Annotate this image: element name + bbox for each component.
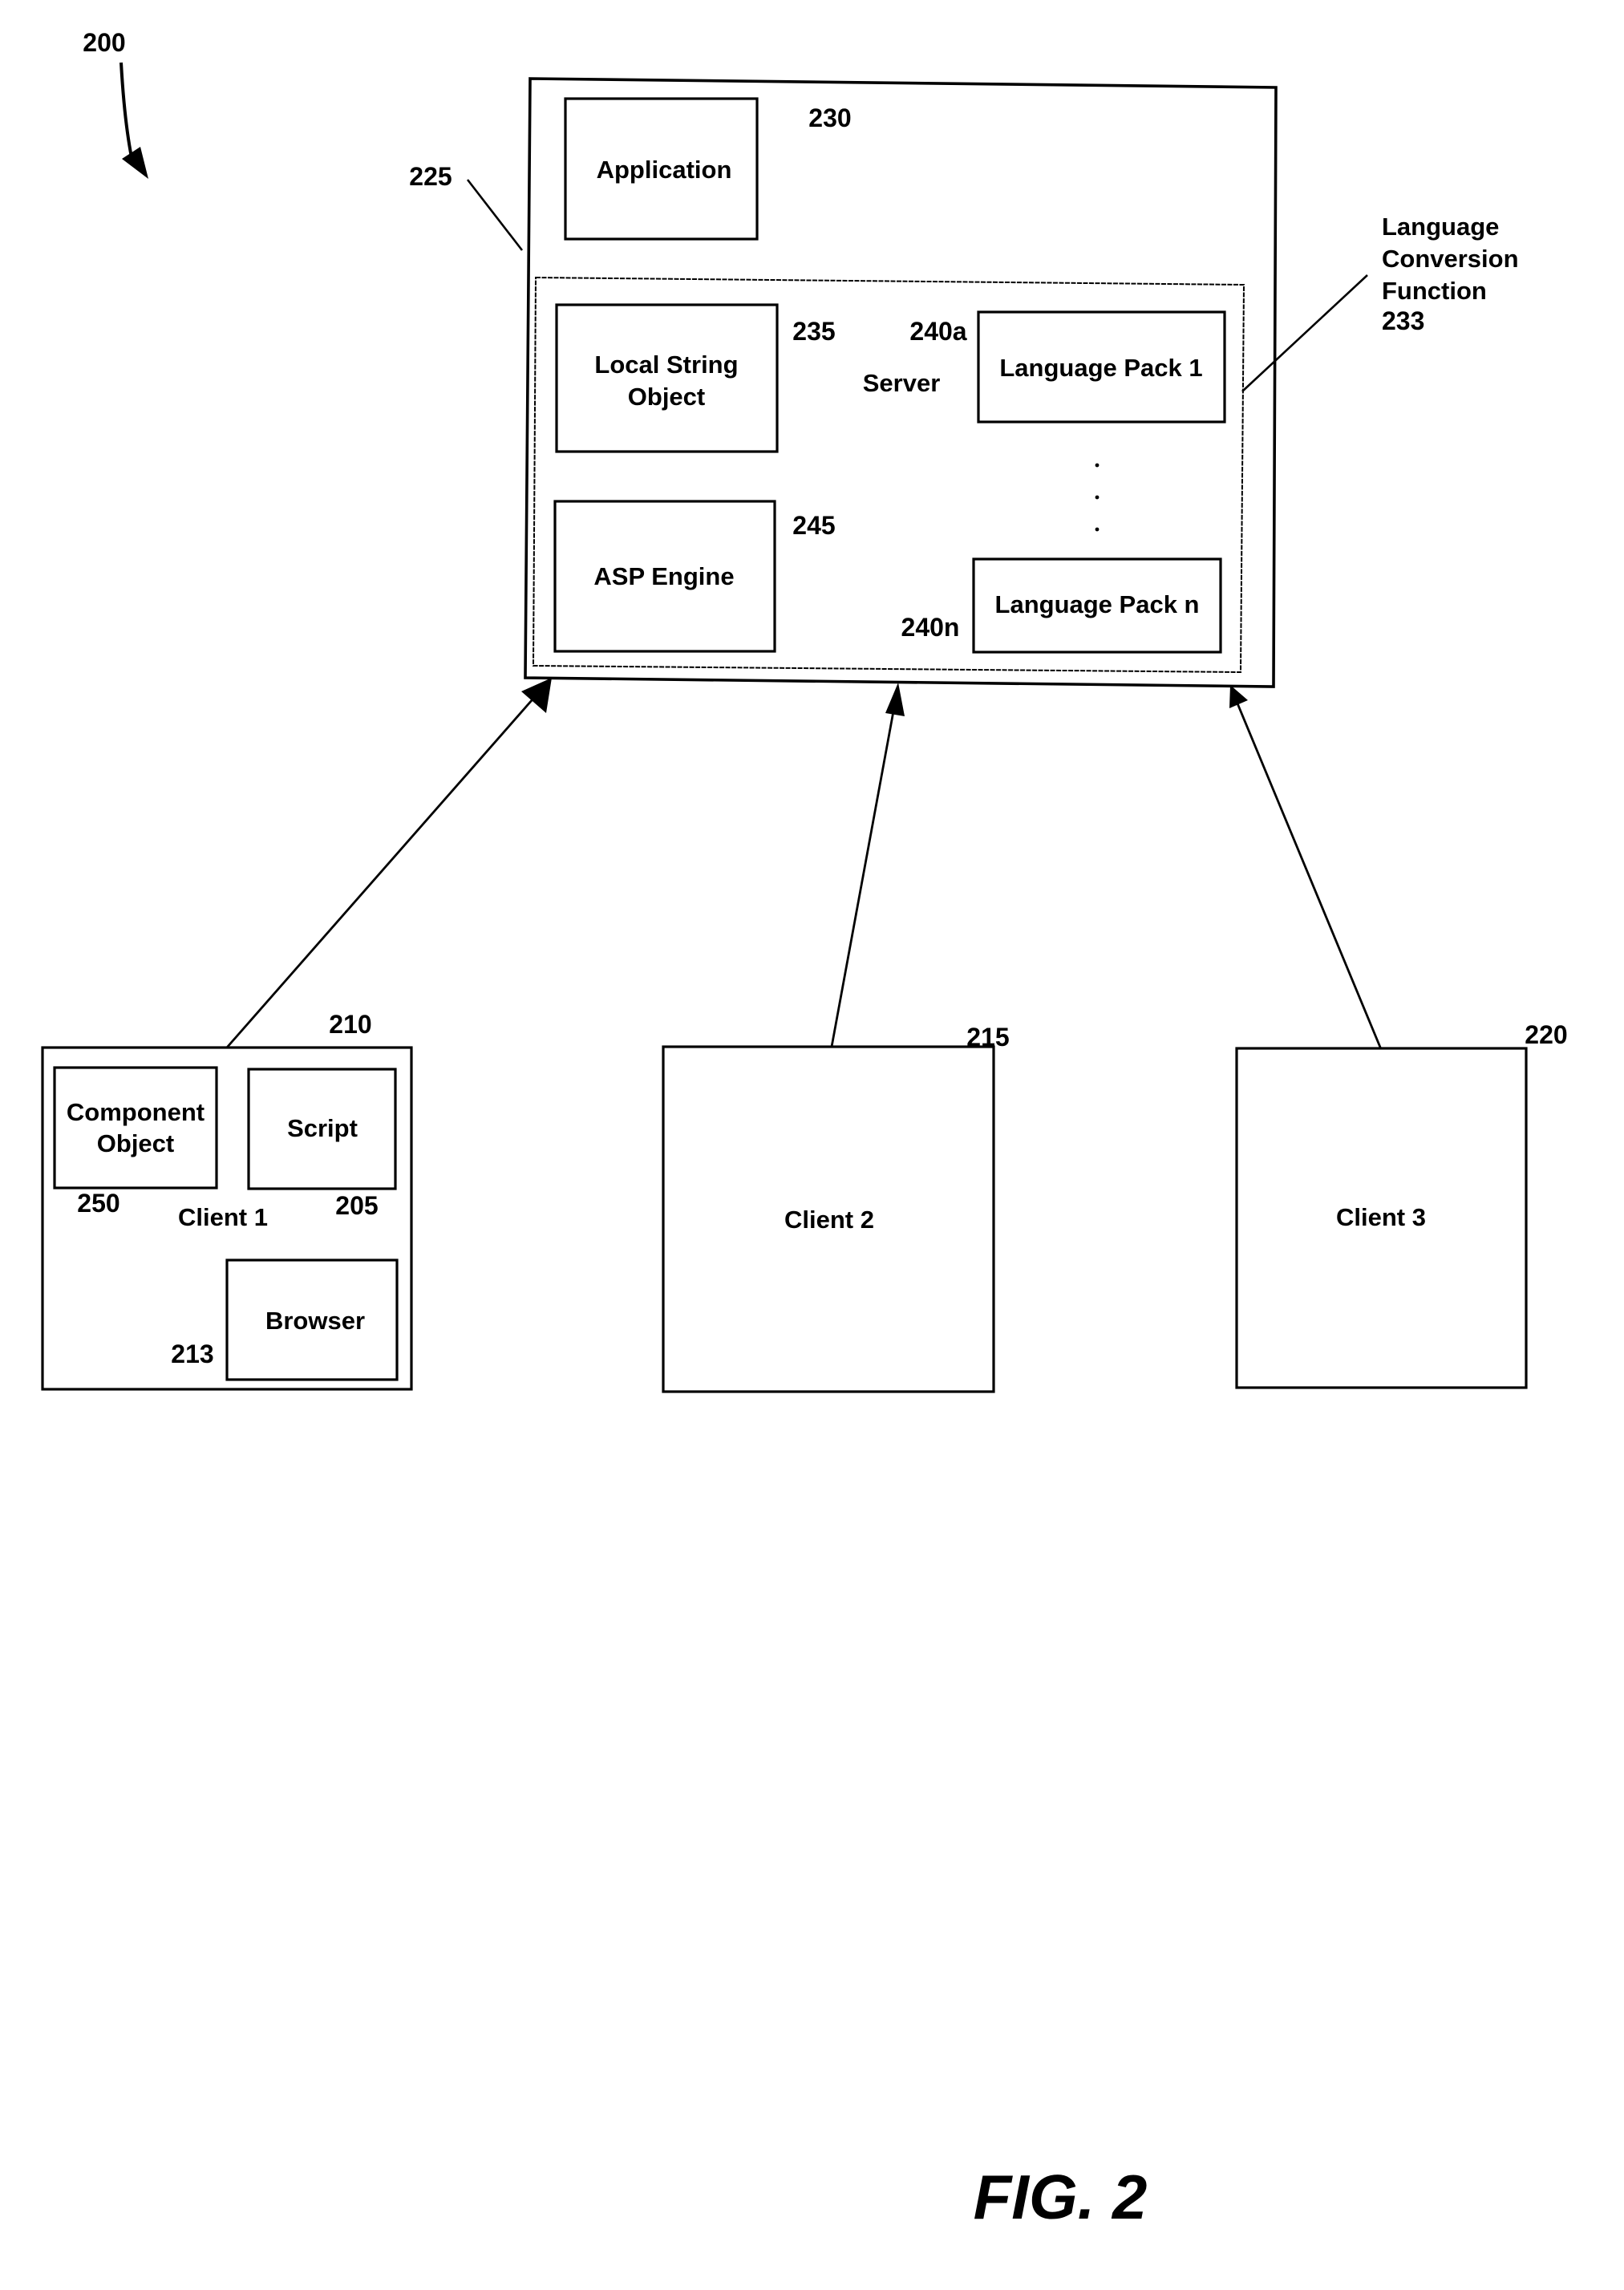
client-2-ref-number: 215 (966, 1023, 1009, 1052)
client-3-to-server-connector (1236, 703, 1383, 1050)
ellipsis-dot (1095, 495, 1100, 500)
client-2-arrowhead-icon (885, 683, 905, 716)
language-conversion-label-line-1: Language (1382, 213, 1499, 241)
component-object-label-line-2: Object (97, 1129, 174, 1157)
language-conversion-label-line-3: Function (1382, 277, 1487, 305)
patent-figure-2: 200 225 Application 230 Local String Obj… (41, 28, 1568, 2232)
component-object-box (53, 1066, 218, 1190)
language-conversion-ref-number: 233 (1382, 306, 1424, 335)
language-pack-n-ref-number: 240n (901, 613, 960, 642)
component-object-label-line-1: Component (67, 1098, 205, 1126)
server-label: Server (863, 369, 941, 397)
asp-engine-ref-number: 245 (792, 511, 835, 540)
figure-caption: FIG. 2 (974, 2162, 1148, 2232)
local-string-object-label-line-1: Local String (594, 351, 738, 379)
script-label: Script (287, 1114, 358, 1142)
application-ref-number: 230 (808, 103, 851, 132)
client-2-to-server-connector (830, 702, 897, 1048)
local-string-object-label-line-2: Object (628, 383, 705, 411)
server-ref-leader (466, 179, 524, 251)
application-label: Application (597, 156, 732, 184)
language-pack-1-ref-number: 240a (909, 317, 966, 346)
client-1-ref-number: 210 (329, 1010, 371, 1039)
local-string-object-ref-number: 235 (792, 317, 835, 346)
script-ref-number: 205 (335, 1191, 378, 1220)
language-pack-1-label: Language Pack 1 (999, 354, 1202, 382)
language-conversion-leader (1241, 274, 1368, 392)
server-node: 225 Application 230 Local String Object … (409, 77, 1278, 688)
client-1-node: 210 Component Object 250 Script 205 Clie… (41, 1010, 413, 1391)
client-3-node: Client 3 220 (1235, 1020, 1568, 1389)
figure-ref-arrowhead-icon (122, 147, 148, 179)
server-ref-number: 225 (409, 162, 452, 191)
browser-label: Browser (265, 1307, 365, 1335)
component-object-ref-number: 250 (77, 1189, 119, 1218)
client-3-label: Client 3 (1336, 1203, 1426, 1231)
client-1-label: Client 1 (178, 1203, 268, 1231)
figure-ref-arrow-shaft (119, 62, 133, 158)
language-conversion-label-line-2: Conversion (1382, 245, 1519, 273)
client-2-label: Client 2 (784, 1206, 874, 1234)
ellipsis-dot (1095, 527, 1100, 532)
asp-engine-label: ASP Engine (593, 562, 734, 590)
language-pack-n-label: Language Pack n (995, 590, 1200, 618)
client-2-node: Client 2 215 (662, 1023, 1010, 1393)
client-3-ref-number: 220 (1525, 1020, 1567, 1049)
ellipsis-dot (1095, 463, 1100, 468)
figure-ref-number: 200 (83, 28, 125, 57)
client-1-to-server-connector (225, 692, 540, 1049)
browser-ref-number: 213 (171, 1340, 213, 1368)
